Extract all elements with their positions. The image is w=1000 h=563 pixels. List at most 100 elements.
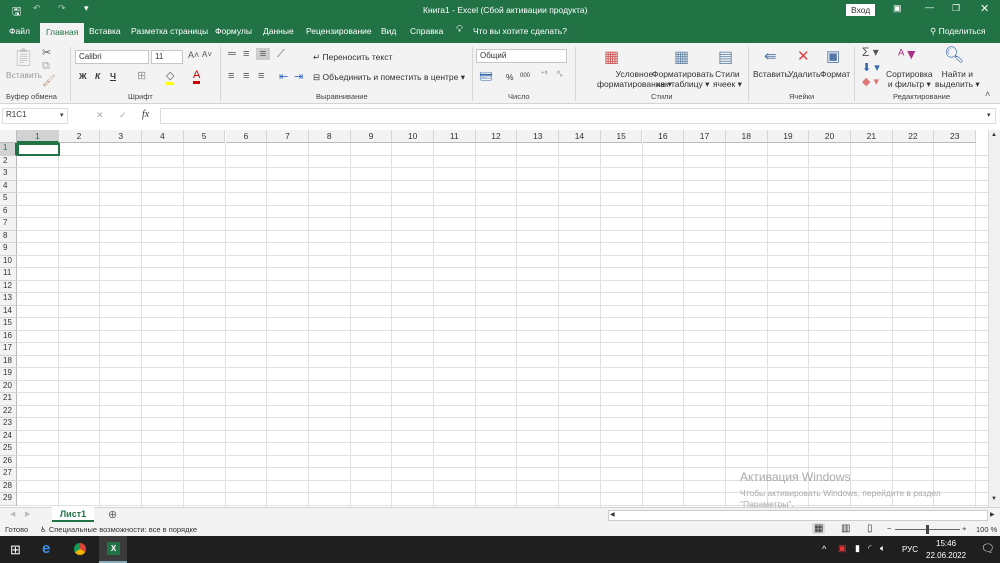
- orientation-icon[interactable]: ⟋: [277, 48, 285, 61]
- row-header[interactable]: 10: [0, 255, 17, 268]
- customize-qat-icon[interactable]: ▾: [84, 3, 89, 14]
- next-sheet-icon[interactable]: ▶: [25, 510, 30, 518]
- cell-styles-button[interactable]: Стили ячеек ▾: [713, 69, 742, 90]
- collapse-ribbon-icon[interactable]: ˄: [985, 89, 990, 99]
- save-icon[interactable]: 🖫: [12, 3, 21, 22]
- sign-in-button[interactable]: Вход: [846, 4, 876, 16]
- restore-button[interactable]: ❐: [952, 3, 960, 14]
- copy-icon[interactable]: ⧉: [42, 60, 50, 73]
- cut-icon[interactable]: ✂: [42, 46, 51, 59]
- column-header[interactable]: 1: [17, 130, 59, 143]
- page-break-view-icon[interactable]: ▯: [867, 523, 873, 534]
- normal-view-icon[interactable]: ▦: [812, 523, 826, 534]
- scroll-down-icon[interactable]: ▼: [991, 496, 997, 502]
- language-indicator[interactable]: РУС: [902, 545, 918, 554]
- tab-insert[interactable]: Вставка: [89, 26, 121, 36]
- edge-icon[interactable]: e: [42, 540, 50, 557]
- column-header[interactable]: 15: [600, 130, 643, 143]
- column-header[interactable]: 12: [475, 130, 518, 143]
- row-header[interactable]: 1: [0, 143, 17, 156]
- battery-icon[interactable]: ▮: [855, 543, 860, 554]
- insert-function-icon[interactable]: fx: [142, 109, 149, 120]
- tray-alert-icon[interactable]: ▣: [838, 543, 847, 554]
- column-header[interactable]: 14: [559, 130, 601, 143]
- scroll-left-icon[interactable]: ◀: [610, 511, 615, 518]
- column-header[interactable]: 9: [350, 130, 393, 143]
- row-header[interactable]: 22: [0, 405, 17, 418]
- clock-time[interactable]: 15:46: [936, 539, 956, 548]
- share-button[interactable]: ⚲ Поделиться: [930, 26, 986, 37]
- network-icon[interactable]: ◜: [868, 543, 872, 554]
- column-header[interactable]: 10: [392, 130, 434, 143]
- increase-decimal-icon[interactable]: ⁺⁰: [541, 70, 548, 78]
- column-header[interactable]: 19: [767, 130, 810, 143]
- vertical-scrollbar[interactable]: ▲ ▼: [988, 130, 1000, 507]
- row-header[interactable]: 2: [0, 155, 17, 168]
- row-header[interactable]: 26: [0, 455, 17, 468]
- row-header[interactable]: 25: [0, 443, 17, 456]
- align-left-icon[interactable]: ≡: [228, 70, 234, 82]
- zoom-in-button[interactable]: +: [962, 524, 966, 533]
- undo-icon[interactable]: ↶: [33, 3, 41, 14]
- grow-font-icon[interactable]: A˄: [188, 50, 199, 60]
- name-box-dropdown-icon[interactable]: ▾: [60, 111, 64, 119]
- formula-input[interactable]: [160, 108, 996, 124]
- row-header[interactable]: 28: [0, 480, 17, 493]
- row-header[interactable]: 18: [0, 355, 17, 368]
- find-select-button[interactable]: Найти и выделить ▾: [935, 69, 980, 90]
- thousands-button[interactable]: 000: [520, 73, 530, 79]
- clock-date[interactable]: 22.06.2022: [926, 551, 966, 560]
- tab-data[interactable]: Данные: [263, 26, 294, 36]
- increase-indent-icon[interactable]: ⇥: [294, 70, 303, 83]
- expand-formula-icon[interactable]: ▾: [987, 111, 991, 119]
- format-painter-icon[interactable]: 🖌︎: [42, 74, 56, 87]
- sort-filter-button[interactable]: Сортировка и фильтр ▾: [886, 69, 933, 90]
- add-sheet-icon[interactable]: ⊕: [108, 508, 117, 521]
- row-header[interactable]: 4: [0, 180, 17, 193]
- font-size-select[interactable]: 11: [151, 50, 183, 64]
- number-format-select[interactable]: Общий: [476, 49, 567, 63]
- merge-center-button[interactable]: ⊟ Объединить и поместить в центре ▾: [313, 72, 465, 83]
- wrap-text-button[interactable]: ↵ Переносить текст: [313, 52, 392, 63]
- insert-cells-button[interactable]: Вставить: [753, 69, 789, 79]
- row-header[interactable]: 24: [0, 430, 17, 443]
- tab-review[interactable]: Рецензирование: [306, 26, 372, 36]
- scroll-right-icon[interactable]: ▶: [990, 511, 995, 518]
- shrink-font-icon[interactable]: A˅: [202, 50, 212, 59]
- decrease-indent-icon[interactable]: ⇤: [279, 70, 288, 83]
- tell-me-search[interactable]: Что вы хотите сделать?: [473, 26, 567, 36]
- row-header[interactable]: 14: [0, 305, 17, 318]
- align-bottom-icon[interactable]: ≡: [256, 48, 270, 60]
- scroll-up-icon[interactable]: ▲: [991, 132, 997, 138]
- fill-icon[interactable]: ⬇ ▾: [862, 61, 880, 74]
- zoom-slider-thumb[interactable]: [926, 525, 929, 534]
- format-cells-button[interactable]: Формат: [820, 69, 850, 79]
- align-right-icon[interactable]: ≡: [258, 70, 264, 82]
- tab-view[interactable]: Вид: [381, 26, 396, 36]
- row-header[interactable]: 16: [0, 330, 17, 343]
- row-header[interactable]: 5: [0, 193, 17, 206]
- autosum-icon[interactable]: Σ ▾: [862, 45, 879, 59]
- enter-icon[interactable]: ✓: [119, 110, 127, 121]
- row-header[interactable]: 17: [0, 343, 17, 356]
- prev-sheet-icon[interactable]: ◀: [10, 510, 15, 518]
- format-as-table-button[interactable]: Форматировать как таблицу ▾: [652, 69, 714, 90]
- align-top-icon[interactable]: ═: [228, 48, 236, 60]
- row-header[interactable]: 11: [0, 268, 17, 281]
- row-header[interactable]: 23: [0, 418, 17, 431]
- row-header[interactable]: 3: [0, 168, 17, 181]
- accessibility-status[interactable]: ♿︎ Специальные возможности: все в порядк…: [40, 525, 197, 534]
- worksheet-grid[interactable]: 1 2 3 4 5 6 7 8 9 10 11 12 13 14 15 16 17 18 19 20 21 22 23 1 2 3…: [0, 130, 988, 507]
- underline-button[interactable]: Ч: [110, 71, 116, 81]
- active-cell[interactable]: [17, 143, 60, 156]
- column-header[interactable]: 3: [100, 130, 143, 143]
- fill-color-icon[interactable]: ◇: [166, 69, 175, 85]
- close-button[interactable]: ✕: [980, 2, 989, 15]
- delete-cells-button[interactable]: Удалить: [788, 69, 820, 79]
- decrease-decimal-icon[interactable]: ⁰₀: [557, 70, 563, 78]
- tab-formulas[interactable]: Формулы: [215, 26, 252, 36]
- tab-page-layout[interactable]: Разметка страницы: [131, 26, 208, 36]
- ribbon-display-icon[interactable]: ▣: [893, 3, 902, 14]
- horizontal-scrollbar[interactable]: [608, 510, 988, 521]
- zoom-out-button[interactable]: −: [887, 524, 891, 533]
